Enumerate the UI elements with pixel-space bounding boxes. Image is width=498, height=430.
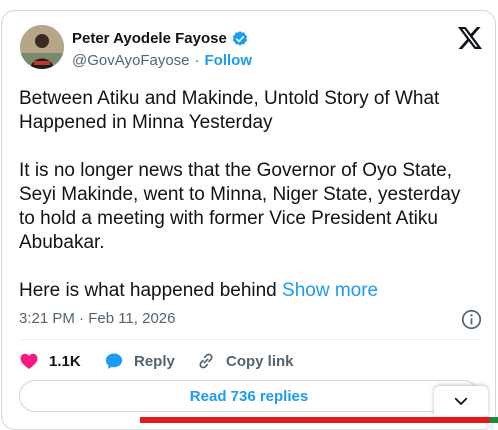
post-text: Between Atiku and Makinde, Untold Story … — [19, 87, 479, 303]
avatar-photo — [20, 25, 64, 69]
banner-strip — [140, 417, 498, 423]
like-count: 1.1K — [49, 352, 81, 370]
copy-link-button[interactable]: Copy link — [196, 351, 294, 371]
chevron-down-icon — [454, 397, 468, 405]
post-body: Between Atiku and Makinde, Untold Story … — [19, 88, 461, 301]
info-icon[interactable] — [461, 309, 482, 330]
read-replies-button[interactable]: Read 736 replies — [19, 380, 479, 412]
like-button[interactable]: 1.1K — [19, 351, 104, 371]
show-more-link[interactable]: Show more — [282, 280, 378, 301]
author-name-row[interactable]: Peter Ayodele Fayose — [72, 30, 249, 48]
copy-link-label: Copy link — [226, 352, 294, 370]
author-handle[interactable]: @GovAyoFayose — [72, 52, 190, 70]
x-logo-icon[interactable] — [458, 27, 482, 49]
read-replies-label: Read 736 replies — [189, 387, 309, 405]
author-handle-row: @GovAyoFayose · Follow — [72, 52, 252, 70]
divider — [19, 339, 479, 340]
avatar[interactable] — [20, 25, 64, 69]
link-icon — [199, 353, 213, 369]
reply-button[interactable]: Reply — [104, 351, 196, 371]
verified-badge-icon — [232, 31, 247, 46]
action-bar: 1.1K Reply Copy link — [19, 350, 294, 372]
follow-button[interactable]: Follow — [205, 52, 253, 70]
scroll-down-button[interactable] — [434, 386, 488, 416]
post-timestamp[interactable]: 3:21 PM · Feb 11, 2026 — [19, 310, 175, 327]
reply-icon — [105, 353, 123, 369]
author-name[interactable]: Peter Ayodele Fayose — [72, 30, 227, 48]
reply-label: Reply — [134, 352, 175, 370]
heart-icon — [20, 353, 38, 369]
separator-dot: · — [194, 52, 200, 69]
banner-strip-accent — [490, 417, 498, 423]
